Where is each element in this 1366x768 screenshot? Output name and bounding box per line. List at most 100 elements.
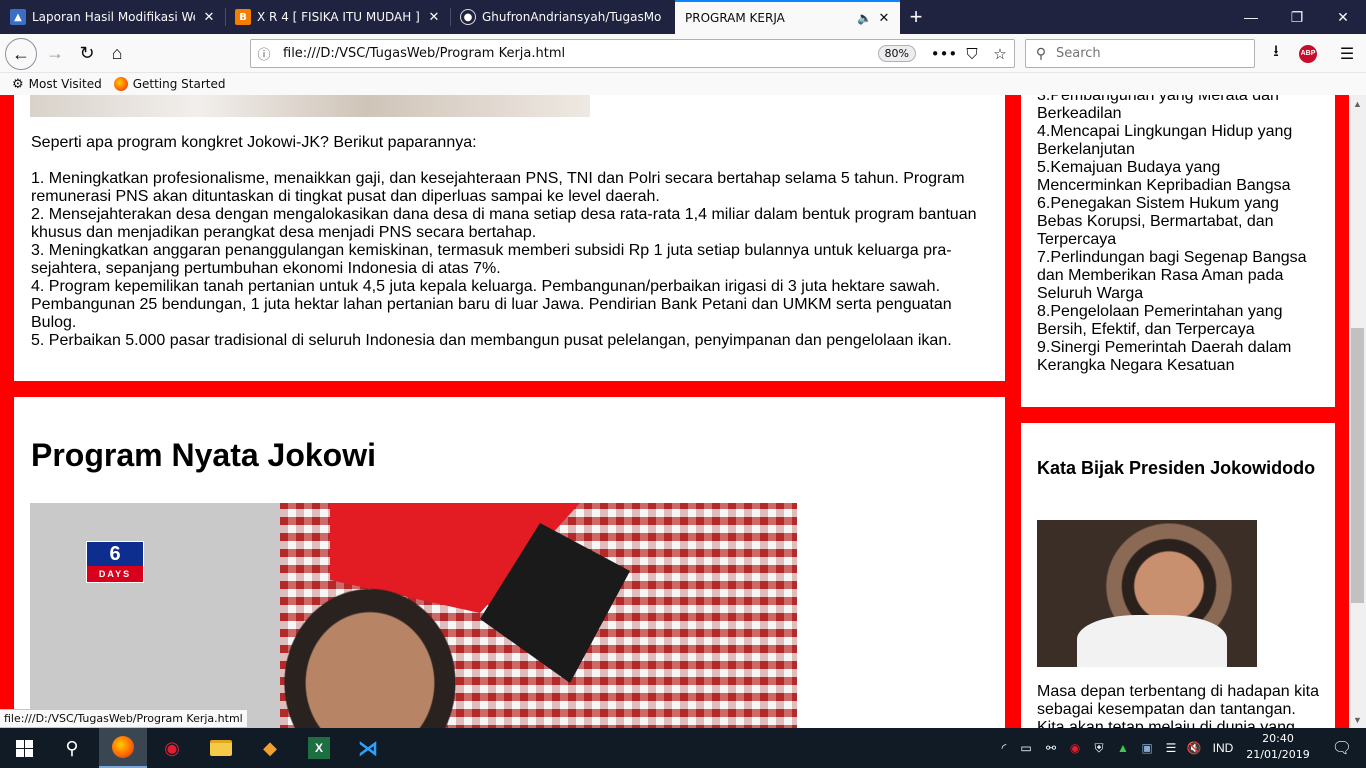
status-url: file:///D:/VSC/TugasWeb/Program Kerja.ht… [0,709,248,728]
wifi-icon[interactable]: ☰ [1162,728,1180,768]
taskbar-excel[interactable]: X [295,728,343,768]
adblock-icon[interactable]: ABP [1293,39,1323,68]
channel-badge: 6 DAYS [86,541,144,583]
search-input[interactable]: ⚲ Search [1025,39,1255,68]
link-icon[interactable]: ⚯ [1042,728,1060,768]
search-button[interactable]: ⚲ [48,728,96,768]
tab-title: X R 4 [ FISIKA ITU MUDAH ] [257,10,420,24]
speaker-icon[interactable]: 🔈 [857,11,872,25]
taskbar-game-app[interactable]: ◉ [148,728,196,768]
vscode-icon: ⋊ [358,737,378,760]
url-text[interactable]: file:///D:/VSC/TugasWeb/Program Kerja.ht… [277,46,878,61]
bookmark-getting-started[interactable]: Getting Started [113,77,226,91]
doc-icon: ▲ [10,9,26,25]
page-actions-icon[interactable]: ••• [930,45,958,63]
page-viewport: Seperti apa program kongkret Jokowi-JK? … [0,95,1349,728]
taskbar-git[interactable]: ◆ [246,728,294,768]
minimize-button[interactable]: — [1228,0,1274,34]
drive-icon[interactable]: ▲ [1114,728,1132,768]
tab-title: PROGRAM KERJA [685,11,785,25]
home-button[interactable]: ⌂ [102,38,132,68]
article-panel: Seperti apa program kongkret Jokowi-JK? … [14,95,1005,381]
taskbar-explorer[interactable] [197,728,245,768]
photo-shirt [1077,615,1227,667]
clock[interactable]: 20:40 21/01/2019 [1240,731,1316,763]
start-button[interactable] [0,728,48,768]
program-point-2: 2. Mensejahterakan desa dengan mengaloka… [31,206,977,241]
scroll-up-arrow[interactable]: ▲ [1349,95,1366,112]
quote-sidebar: Kata Bijak Presiden Jokowidodo Masa depa… [1021,423,1335,728]
bookmark-star-icon[interactable]: ☆ [986,45,1014,63]
clock-date: 21/01/2019 [1246,748,1310,761]
restore-button[interactable]: ❐ [1274,0,1320,34]
article-image [30,95,590,117]
display-icon[interactable]: ▣ [1138,728,1156,768]
list-item: 7.Perlindungan bagi Segenap Bangsa dan M… [1037,249,1307,302]
list-item: 3.Pembangunan yang Merata dan Berkeadila… [1037,95,1279,122]
misi-list: 3.Pembangunan yang Merata dan Berkeadila… [1037,95,1327,375]
firefox-icon [113,77,128,91]
section-title: Program Nyata Jokowi [31,437,376,473]
president-photo [1037,520,1257,667]
shield-icon[interactable]: ⛨ [1090,728,1108,768]
nav-toolbar: ← → ↻ ⌂ ⓘ file:///D:/VSC/TugasWeb/Progra… [0,34,1366,73]
blogger-icon: B [235,9,251,25]
taskbar-vscode[interactable]: ⋊ [344,728,392,768]
download-icon[interactable]: ⭳ [1261,39,1291,68]
github-icon: ● [460,9,476,25]
tab-program-kerja[interactable]: PROGRAM KERJA 🔈 ✕ [675,0,900,34]
program-nyata-panel: Program Nyata Jokowi 6 DAYS [14,397,1005,728]
notification-icon[interactable]: 🗨 [1318,728,1366,768]
windows-icon [15,739,33,757]
tab-title: GhufronAndriansyah/TugasMo [482,10,662,24]
close-icon[interactable]: ✕ [426,9,442,25]
volume-mute-icon[interactable]: 🔇 [1185,728,1203,768]
taskbar-firefox[interactable] [99,728,147,768]
badge-number: 6 [109,543,121,565]
search-icon: ⚲ [1035,45,1047,62]
tab-bar: ▲ Laporan Hasil Modifikasi Web ✕ B X R 4… [0,0,1366,34]
misi-sidebar: 3.Pembangunan yang Merata dan Berkeadila… [1021,95,1335,407]
url-bar[interactable]: ⓘ file:///D:/VSC/TugasWeb/Program Kerja.… [250,39,1015,68]
reload-button[interactable]: ↻ [72,38,102,68]
tab-github[interactable]: ● GhufronAndriansyah/TugasMo [450,0,675,34]
back-button[interactable]: ← [5,38,37,70]
tab-laporan[interactable]: ▲ Laporan Hasil Modifikasi Web ✕ [0,0,225,34]
scroll-thumb[interactable] [1351,328,1364,603]
quote-text: Masa depan terbentang di hadapan kita se… [1037,683,1319,728]
bookmark-label: Most Visited [28,77,102,91]
bookmark-most-visited[interactable]: ⚙ Most Visited [12,77,102,92]
new-tab-button[interactable]: + [902,3,930,31]
info-icon[interactable]: ⓘ [251,44,277,63]
game-icon: ◉ [164,737,180,758]
program-point-1: 1. Meningkatkan profesionalisme, menaikk… [31,170,965,205]
list-item: 9.Sinergi Pemerintah Daerah dalam Kerang… [1037,339,1292,374]
video-person [270,573,470,728]
list-item: 8.Pengelolaan Pemerintahan yang Bersih, … [1037,303,1283,338]
list-item: 5.Kemajuan Budaya yang Mencerminkan Kepr… [1037,159,1291,194]
close-icon[interactable]: ✕ [201,9,217,25]
search-placeholder: Search [1056,46,1101,61]
excel-icon: X [308,737,330,759]
zoom-indicator[interactable]: 80% [877,45,916,62]
menu-icon[interactable]: ☰ [1332,39,1362,68]
git-icon: ◆ [263,737,277,758]
close-icon[interactable]: ✕ [876,10,892,26]
video-player[interactable]: 6 DAYS [30,503,797,728]
program-point-4: 4. Program kepemilikan tanah pertanian u… [31,278,952,331]
close-window-button[interactable]: ✕ [1320,0,1366,34]
list-item: 4.Mencapai Lingkungan Hidup yang Berkela… [1037,123,1293,158]
battery-icon[interactable]: ▭ [1017,728,1035,768]
tab-title: Laporan Hasil Modifikasi Web [32,10,195,24]
scroll-down-arrow[interactable]: ▼ [1349,711,1366,728]
bookmark-label: Getting Started [132,77,226,91]
language-indicator[interactable]: IND [1208,728,1238,768]
pocket-icon[interactable]: ⛉ [958,45,986,63]
page-scrollbar[interactable]: ▲ ▼ [1349,95,1366,728]
tab-fisika[interactable]: B X R 4 [ FISIKA ITU MUDAH ] ✕ [225,0,450,34]
forward-button[interactable]: → [40,38,70,68]
bookmarks-toolbar: ⚙ Most Visited Getting Started [0,73,1366,95]
folder-icon [210,740,232,756]
network-icon[interactable]: ◜ [995,728,1013,768]
game-tray-icon[interactable]: ◉ [1066,728,1084,768]
